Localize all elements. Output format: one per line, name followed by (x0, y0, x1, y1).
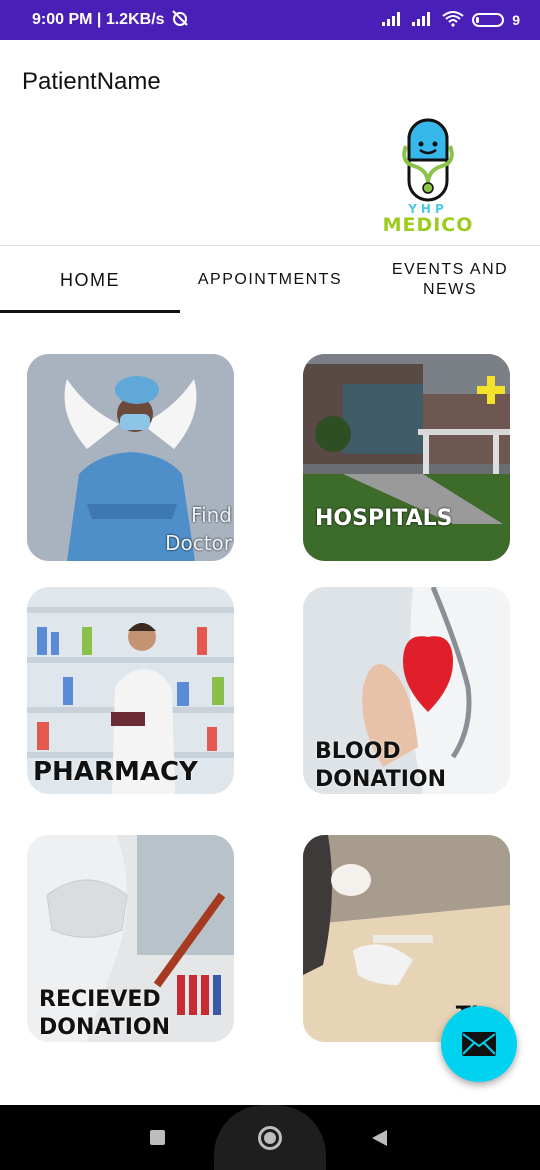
tab-events-and-news[interactable]: EVENTS AND NEWS (360, 247, 540, 313)
alarm-off-icon (171, 9, 189, 32)
pharmacy-label: PHARMACY (33, 757, 198, 787)
hospitals-label: HOSPITALS (315, 506, 453, 531)
find-doctor-card[interactable]: Find Doctor (27, 354, 234, 561)
patient-name: PatientName (22, 68, 161, 95)
status-time: 9:00 PM | 1.2KB/s (32, 11, 165, 28)
system-nav-bar (0, 1105, 540, 1170)
tab-bar: HOME APPOINTMENTS EVENTS AND NEWS (0, 247, 540, 313)
recieved-donation-card[interactable]: RECIEVED DONATION (27, 835, 234, 1042)
recieved-donation-label: RECIEVED DONATION (39, 987, 171, 1040)
mail-icon (462, 1032, 496, 1056)
signal-icon (382, 11, 404, 29)
blood-donation-card[interactable]: BLOOD DONATION (303, 587, 510, 794)
logo-text: MEDICO (382, 214, 474, 236)
app-logo: YHP MEDICO (376, 118, 480, 238)
home-icon[interactable] (258, 1126, 282, 1150)
app-bar: PatientName YHP MEDICO (0, 40, 540, 246)
pharmacy-card[interactable]: PHARMACY (27, 587, 234, 794)
mail-fab-button[interactable] (441, 1006, 517, 1082)
blood-donation-label: BLOOD DONATION (315, 739, 447, 792)
tab-home[interactable]: HOME (0, 247, 180, 313)
recents-icon[interactable] (150, 1130, 165, 1145)
tab-appointments[interactable]: APPOINTMENTS (180, 247, 360, 313)
wifi-icon (442, 10, 464, 30)
signal-icon-2 (412, 11, 434, 29)
battery-level: 9 (512, 12, 520, 28)
hospitals-card[interactable]: HOSPITALS (303, 354, 510, 561)
battery-icon (472, 13, 505, 27)
status-bar: 9:00 PM | 1.2KB/s 9 (0, 0, 540, 40)
find-doctor-label: Find Doctor (165, 503, 232, 555)
back-icon[interactable] (372, 1130, 387, 1146)
